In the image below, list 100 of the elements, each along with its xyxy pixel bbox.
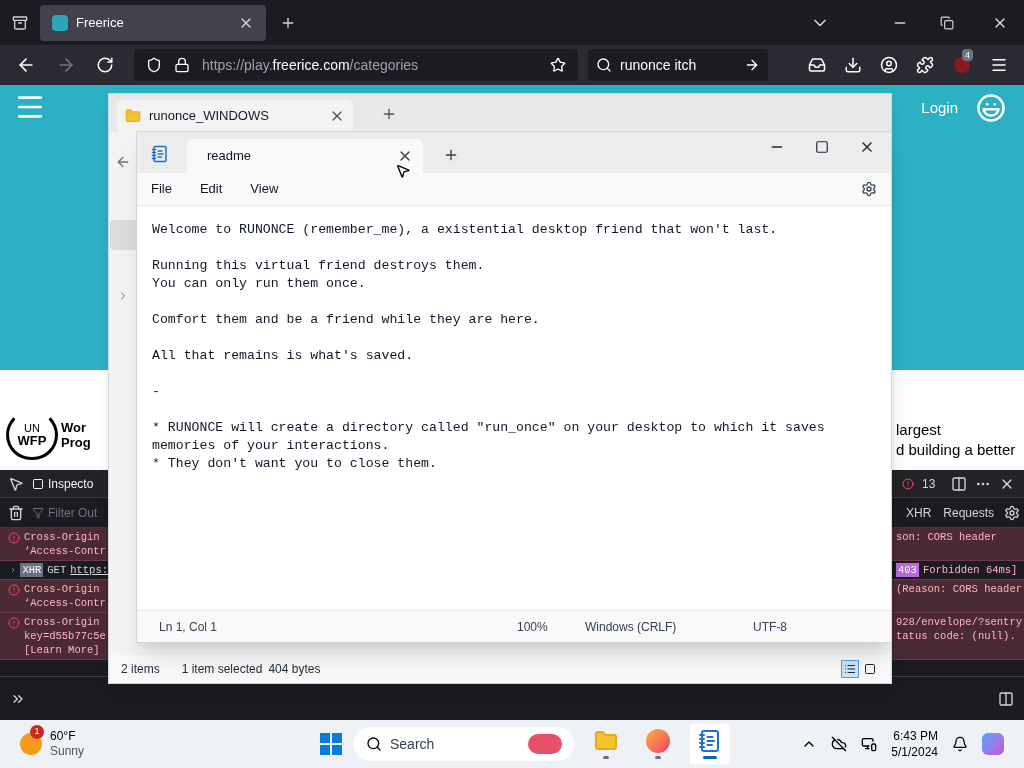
sidebar-icon[interactable]: [998, 690, 1014, 707]
search-icon: [366, 736, 382, 752]
text-line: memories of your interactions.: [152, 437, 390, 455]
bell-icon[interactable]: [952, 736, 968, 752]
error-icon: [902, 477, 914, 490]
text-line: -: [152, 383, 160, 401]
new-tab-icon[interactable]: [381, 106, 397, 122]
logo-text: Wor: [61, 420, 88, 435]
xhr-badge: XHR: [20, 563, 44, 577]
mouse-cursor-icon: [395, 162, 411, 180]
cursor-position: Ln 1, Col 1: [158, 618, 219, 636]
view-toggle[interactable]: [841, 660, 859, 678]
notepad-icon: [151, 145, 169, 163]
explorer-tab[interactable]: runonce_WINDOWS: [117, 100, 353, 132]
console-message: Forbidden 64ms]: [922, 563, 1018, 577]
smiley-icon[interactable]: [976, 93, 1006, 123]
console-message: (Reason: CORS header: [896, 582, 1023, 596]
request-method: GET: [47, 563, 67, 577]
text-line: Welcome to RUNONCE (remember_me), a existential desktop friend that won't last.: [152, 221, 778, 239]
console-message: Cross-Origin: [24, 530, 101, 544]
filter-toggle[interactable]: XHR: [904, 503, 934, 522]
download-icon[interactable]: [844, 56, 862, 74]
weather-icon[interactable]: [20, 733, 42, 755]
zoom-level: 100%: [517, 618, 549, 636]
tab-title: runonce_WINDOWS: [149, 107, 270, 126]
search-icon: [596, 57, 612, 73]
filter-toggle[interactable]: Requests: [941, 503, 997, 522]
console-message: Cross-Origin: [24, 582, 101, 596]
taskbar-search[interactable]: Search: [354, 727, 574, 761]
taskbar-app[interactable]: [690, 724, 730, 764]
lock-icon: [174, 57, 190, 73]
body-text: largest: [895, 420, 943, 440]
error-count: 13: [922, 475, 936, 493]
search-field[interactable]: runonce itch: [588, 49, 768, 81]
text-line: You can only run them once.: [152, 275, 366, 293]
responsive-icon[interactable]: [951, 475, 968, 492]
address-bar[interactable]: https://play.freerice.com/categories: [134, 49, 578, 81]
text-line: Running this virtual friend destroys them.: [152, 257, 485, 275]
body-text: d building a better: [895, 440, 1017, 460]
tab-list-icon[interactable]: [12, 14, 28, 31]
error-icon: [8, 617, 20, 629]
inbox-icon[interactable]: [808, 56, 826, 74]
console-message: ‘Access-Contr: [24, 596, 106, 610]
new-tab-icon[interactable]: [443, 147, 459, 163]
document-tab[interactable]: readme: [187, 139, 423, 173]
extension-icon[interactable]: [954, 57, 970, 73]
menu-item[interactable]: View: [250, 179, 279, 199]
devtools-tab[interactable]: Inspecto: [32, 474, 94, 493]
notification-badge: 1: [30, 725, 44, 739]
menu-item[interactable]: File: [151, 179, 172, 199]
file-size: 404 bytes: [268, 661, 321, 678]
bookmark-star-icon[interactable]: [550, 57, 566, 73]
error-icon: [8, 532, 20, 544]
tiles-view-icon: [864, 663, 876, 675]
console-message: Cross-Origin: [24, 615, 101, 629]
filter-icon: [32, 506, 44, 519]
request-url[interactable]: https:: [70, 563, 108, 577]
tab-title: Freerice: [76, 13, 125, 32]
search-placeholder: Search: [390, 734, 436, 754]
reload-icon[interactable]: [96, 56, 114, 74]
menu-item[interactable]: Edit: [199, 179, 223, 199]
browser-tab[interactable]: Freerice: [40, 4, 266, 41]
item-count: 2 items: [121, 661, 160, 678]
text-line: * RUNONCE will create a directory called "run_once" on your desktop to which it saves: [152, 419, 825, 437]
search-text: runonce itch: [620, 55, 698, 75]
temperature: 60°F: [50, 729, 77, 744]
console-message: 928/envelope/?sentry: [896, 615, 1023, 629]
notepad-icon: [698, 729, 722, 753]
picker-icon[interactable]: [8, 475, 24, 492]
console-message: key=d55b77c5e: [24, 629, 106, 643]
maximize-icon[interactable]: [815, 140, 829, 154]
folder-icon: [594, 729, 618, 753]
clock-date: 5/1/2024: [891, 744, 938, 760]
start-icon[interactable]: [320, 733, 342, 755]
logo-text: Prog: [61, 435, 91, 450]
restore-icon[interactable]: [940, 15, 954, 30]
list-view-icon: [844, 663, 856, 675]
menu-icon[interactable]: [990, 56, 1008, 74]
selection-info: 1 item selected: [181, 661, 263, 678]
weather-condition: Sunny: [50, 744, 85, 759]
status-badge: 403: [896, 563, 919, 577]
settings-icon[interactable]: [861, 181, 877, 197]
inspector-icon: [32, 477, 44, 490]
url-text: https://play.freerice.com/categories: [202, 55, 420, 75]
console-message: tatus code: (null).: [896, 629, 1017, 643]
shield-icon: [146, 57, 162, 73]
clock-time: 6:43 PM: [893, 728, 938, 744]
filter-field[interactable]: Filter Out: [32, 503, 98, 522]
trash-icon[interactable]: [8, 504, 24, 521]
account-icon[interactable]: [880, 56, 898, 74]
extensions-icon[interactable]: [916, 56, 934, 74]
line-ending: Windows (CRLF): [585, 618, 678, 636]
console-message: son: CORS header: [896, 530, 997, 544]
folder-icon: [125, 108, 141, 124]
extension-badge: 4: [962, 49, 973, 61]
cloud-icon[interactable]: [831, 736, 848, 752]
settings-icon[interactable]: [1004, 504, 1021, 521]
console-message: ‘Access-Contr: [24, 544, 106, 558]
site-icon: [52, 14, 68, 31]
network-icon[interactable]: [861, 736, 878, 752]
